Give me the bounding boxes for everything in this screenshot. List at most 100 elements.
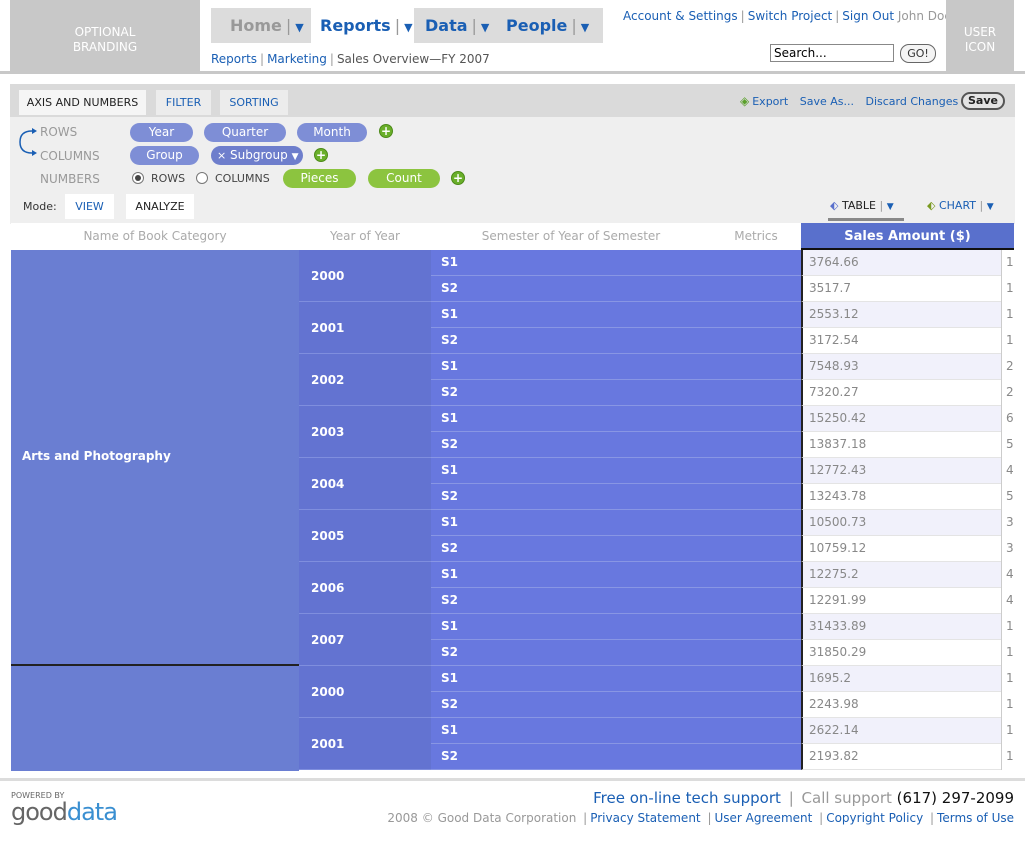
year-cell[interactable]: 2007 (299, 614, 431, 666)
semester-cell[interactable]: S2 (431, 744, 801, 770)
save-button[interactable]: Save (961, 92, 1005, 110)
truncated-column-cell[interactable]: 3 (1001, 536, 1014, 562)
add-number-icon[interactable]: + (451, 171, 465, 185)
truncated-column-cell[interactable]: 2 (1001, 380, 1014, 406)
semester-cell[interactable]: S2 (431, 692, 801, 718)
add-row-icon[interactable]: + (379, 124, 393, 138)
account-settings-link[interactable]: Account & Settings (623, 9, 738, 23)
year-cell[interactable]: 2004 (299, 458, 431, 510)
sales-amount-cell[interactable]: 2193.82 (801, 744, 1001, 770)
user-icon-placeholder[interactable]: USER ICON (946, 0, 1014, 71)
number-chip-count[interactable]: Count (368, 169, 440, 188)
nav-data[interactable]: Data | ▼ (425, 8, 505, 43)
year-cell[interactable]: 2001 (299, 302, 431, 354)
sales-amount-cell[interactable]: 1695.2 (801, 666, 1001, 692)
year-cell[interactable]: 2000 (299, 666, 431, 718)
go-button[interactable]: GO! (900, 44, 936, 63)
row-chip-month[interactable]: Month (297, 123, 367, 142)
truncated-column-cell[interactable]: 4 (1001, 458, 1014, 484)
semester-cell[interactable]: S1 (431, 718, 801, 744)
chart-toggle-label[interactable]: CHART (939, 199, 976, 212)
semester-cell[interactable]: S1 (431, 666, 801, 692)
sales-amount-cell[interactable]: 10759.12 (801, 536, 1001, 562)
year-cell[interactable]: 2000 (299, 250, 431, 302)
semester-cell[interactable]: S1 (431, 302, 801, 328)
sales-amount-cell[interactable]: 7548.93 (801, 354, 1001, 380)
nav-data-dropdown-icon[interactable]: ▼ (481, 21, 489, 34)
semester-cell[interactable]: S1 (431, 354, 801, 380)
header-sales-amount[interactable]: Sales Amount ($) (801, 223, 1014, 250)
nav-people-dropdown-icon[interactable]: ▼ (581, 21, 589, 34)
breadcrumb-reports[interactable]: Reports (211, 52, 257, 66)
truncated-column-cell[interactable]: 1 (1001, 276, 1014, 302)
row-chip-quarter[interactable]: Quarter (204, 123, 286, 142)
swap-axes-icon[interactable] (18, 125, 42, 159)
tab-sorting[interactable]: SORTING (220, 90, 288, 115)
truncated-column-cell[interactable]: 1 (1001, 744, 1014, 770)
semester-cell[interactable]: S1 (431, 562, 801, 588)
header-year[interactable]: Year of Year (299, 223, 431, 250)
table-dropdown-icon[interactable]: ▼ (887, 202, 894, 212)
semester-cell[interactable]: S2 (431, 328, 801, 354)
semester-cell[interactable]: S1 (431, 406, 801, 432)
semester-cell[interactable]: S1 (431, 250, 801, 276)
truncated-column-cell[interactable]: 1 (1001, 718, 1014, 744)
semester-cell[interactable]: S2 (431, 536, 801, 562)
year-cell[interactable]: 2005 (299, 510, 431, 562)
tech-support-link[interactable]: Free on-line tech support (593, 789, 781, 807)
add-column-icon[interactable]: + (314, 148, 328, 162)
truncated-column-cell[interactable]: 2 (1001, 354, 1014, 380)
sales-amount-cell[interactable]: 12772.43 (801, 458, 1001, 484)
row-chip-year[interactable]: Year (130, 123, 193, 142)
nav-home-dropdown-icon[interactable]: ▼ (295, 21, 303, 34)
truncated-column-cell[interactable]: 4 (1001, 588, 1014, 614)
truncated-column-cell[interactable]: 5 (1001, 484, 1014, 510)
semester-cell[interactable]: S1 (431, 510, 801, 536)
semester-cell[interactable]: S2 (431, 640, 801, 666)
nav-reports[interactable]: Reports | ▼ (311, 8, 414, 43)
sales-amount-cell[interactable]: 2622.14 (801, 718, 1001, 744)
nav-home[interactable]: Home | ▼ (211, 8, 311, 43)
truncated-column-cell[interactable]: 5 (1001, 432, 1014, 458)
header-metrics[interactable]: Metrics (711, 223, 801, 250)
nav-reports-label[interactable]: Reports (320, 16, 391, 35)
truncated-column-cell[interactable]: 1 (1001, 250, 1014, 276)
search-input[interactable] (770, 44, 894, 62)
export-link[interactable]: Export (752, 95, 788, 108)
switch-project-link[interactable]: Switch Project (748, 9, 833, 23)
truncated-column-cell[interactable]: 1 (1001, 328, 1014, 354)
semester-cell[interactable]: S2 (431, 276, 801, 302)
truncated-column-cell[interactable]: 1 (1001, 666, 1014, 692)
semester-cell[interactable]: S1 (431, 614, 801, 640)
nav-people-label[interactable]: People (506, 16, 567, 35)
truncated-column-cell[interactable]: 1 (1001, 302, 1014, 328)
sales-amount-cell[interactable]: 13837.18 (801, 432, 1001, 458)
semester-cell[interactable]: S2 (431, 432, 801, 458)
discard-changes-link[interactable]: Discard Changes (866, 95, 959, 108)
sign-out-link[interactable]: Sign Out (842, 9, 894, 23)
nav-people[interactable]: People | ▼ (506, 8, 603, 43)
breadcrumb-marketing[interactable]: Marketing (267, 52, 327, 66)
sales-amount-cell[interactable]: 10500.73 (801, 510, 1001, 536)
tab-filter[interactable]: FILTER (156, 90, 211, 115)
sales-amount-cell[interactable]: 2243.98 (801, 692, 1001, 718)
year-cell[interactable]: 2002 (299, 354, 431, 406)
chart-view-toggle[interactable]: ⬖ CHART | ▼ (927, 199, 994, 212)
year-cell[interactable]: 2001 (299, 718, 431, 770)
sales-amount-cell[interactable]: 3172.54 (801, 328, 1001, 354)
save-as-link[interactable]: Save As... (800, 95, 854, 108)
column-chip-group[interactable]: Group (130, 146, 199, 165)
semester-cell[interactable]: S2 (431, 484, 801, 510)
header-book-category[interactable]: Name of Book Category (11, 223, 299, 250)
table-view-toggle[interactable]: ⬖ TABLE | ▼ (830, 199, 894, 212)
numbers-rows-radio[interactable] (132, 172, 144, 184)
sales-amount-cell[interactable]: 12291.99 (801, 588, 1001, 614)
remove-chip-icon[interactable]: × (217, 149, 226, 162)
truncated-column-cell[interactable]: 1 (1001, 692, 1014, 718)
sales-amount-cell[interactable]: 12275.2 (801, 562, 1001, 588)
sales-amount-cell[interactable]: 7320.27 (801, 380, 1001, 406)
truncated-column-cell[interactable]: 1 (1001, 640, 1014, 666)
nav-home-label[interactable]: Home (230, 16, 282, 35)
table-toggle-label[interactable]: TABLE (842, 199, 876, 212)
copyright-policy-link[interactable]: Copyright Policy (826, 811, 923, 825)
